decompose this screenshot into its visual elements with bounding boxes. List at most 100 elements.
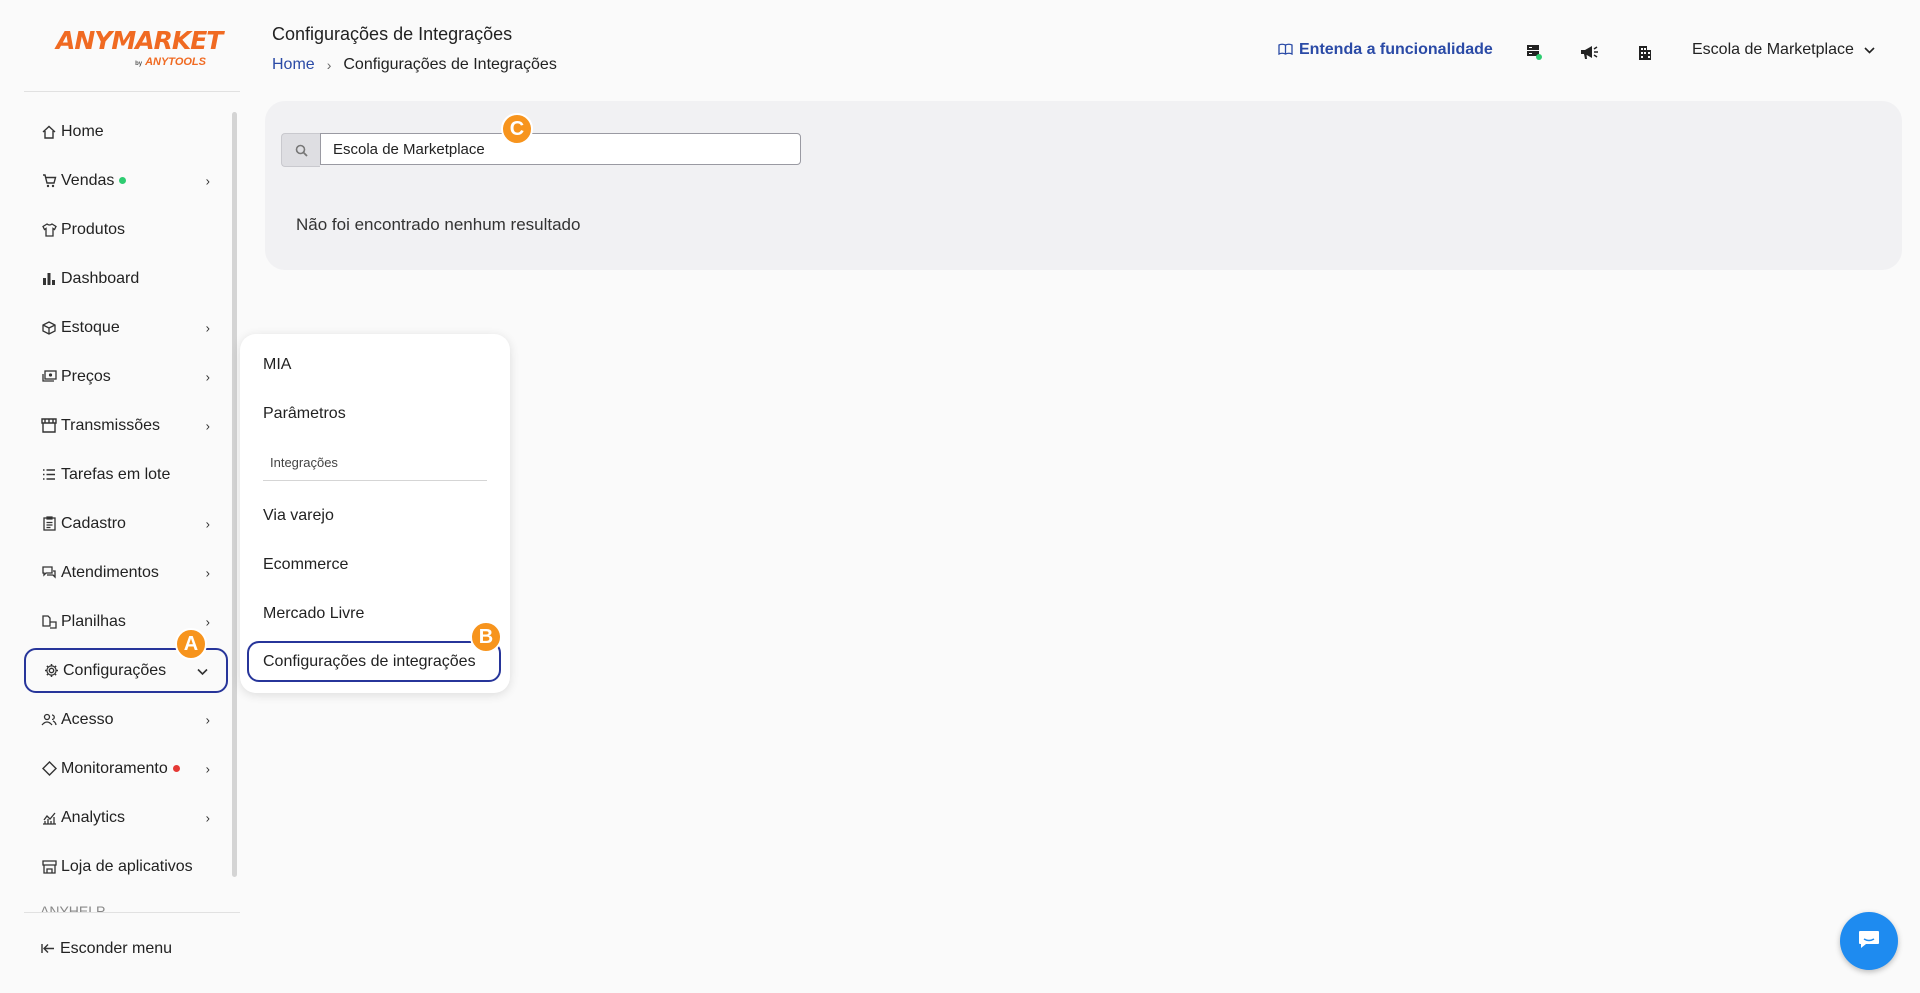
sidebar: ANYMARKET by ANYTOOLS Home Vendas › Produ…: [0, 0, 240, 993]
sidebar-item-label: Produtos: [61, 220, 126, 238]
sidebar-scrollbar[interactable]: [232, 112, 237, 877]
building-icon[interactable]: [1634, 41, 1656, 63]
sidebar-item-label: Home: [61, 122, 104, 140]
sidebar-item-label: Loja de aplicativos: [61, 857, 193, 875]
bar-chart-icon: [41, 271, 57, 287]
breadcrumb-home[interactable]: Home: [272, 56, 315, 74]
chevron-down-icon: [1864, 43, 1875, 57]
chevron-right-icon: ›: [205, 320, 210, 335]
sidebar-item-cadastro[interactable]: Cadastro ›: [24, 499, 228, 548]
megaphone-icon[interactable]: [1578, 41, 1600, 63]
sidebar-divider: [24, 91, 240, 92]
sidebar-item-label: Dashboard: [61, 269, 140, 287]
search-bar: [281, 133, 801, 167]
sidebar-item-label: Monitoramento: [61, 759, 168, 777]
submenu-item-mercado-livre[interactable]: Mercado Livre: [263, 605, 364, 623]
sidebar-item-label: Planilhas: [61, 612, 126, 630]
chevron-right-icon: ›: [205, 516, 210, 531]
page-title: Configurações de Integrações: [272, 24, 513, 44]
account-name: Escola de Marketplace: [1692, 41, 1854, 58]
status-dot-green: [119, 177, 127, 184]
chevron-right-icon: ›: [205, 369, 210, 384]
shop-icon: [41, 859, 57, 875]
chat-launcher-button[interactable]: [1840, 912, 1898, 970]
submenu-item-ecommerce[interactable]: Ecommerce: [263, 556, 348, 574]
search-input[interactable]: [320, 133, 801, 165]
sidebar-item-loja[interactable]: Loja de aplicativos: [24, 842, 228, 891]
sidebar-item-analytics[interactable]: Analytics ›: [24, 793, 228, 842]
chevron-right-icon: ›: [205, 418, 210, 433]
chevron-right-icon: ›: [205, 712, 210, 727]
sidebar-item-home[interactable]: Home: [24, 107, 228, 156]
home-icon: [41, 124, 57, 140]
clipboard-icon: [41, 516, 57, 532]
sidebar-item-vendas[interactable]: Vendas ›: [24, 156, 228, 205]
sidebar-item-estoque[interactable]: Estoque ›: [24, 303, 228, 352]
chat-bubble-icon: [1857, 929, 1881, 954]
submenu-item-config-integracoes[interactable]: Configurações de integrações: [247, 641, 501, 682]
sidebar-item-label: Analytics: [61, 808, 126, 826]
help-link-label: Entenda a funcionalidade: [1299, 41, 1493, 58]
submenu-item-parametros[interactable]: Parâmetros: [263, 405, 346, 423]
sidebar-item-label: Configurações: [63, 661, 167, 679]
sidebar-item-produtos[interactable]: Produtos: [24, 205, 228, 254]
book-icon: [1278, 43, 1293, 58]
sidebar-item-label: Atendimentos: [61, 563, 159, 581]
gear-icon: [43, 663, 59, 679]
breadcrumb: Home › Configurações de Integrações: [272, 56, 557, 74]
submenu-item-mia[interactable]: MIA: [263, 356, 291, 374]
anymarket-logo[interactable]: ANYMARKET by ANYTOOLS: [56, 26, 223, 74]
money-icon: [41, 369, 57, 385]
logo-anytools-text: ANYTOOLS: [145, 56, 206, 68]
sidebar-item-transmissoes[interactable]: Transmissões ›: [24, 401, 228, 450]
sidebar-item-cutoff[interactable]: ANYHELP: [40, 903, 200, 912]
arrow-left-icon: [41, 941, 55, 957]
sidebar-item-precos[interactable]: Preços ›: [24, 352, 228, 401]
status-dot-red: [172, 765, 180, 772]
analytics-icon: [41, 810, 57, 826]
help-link[interactable]: Entenda a funcionalidade: [1278, 41, 1493, 59]
logo-sub-text: by ANYTOOLS: [135, 57, 206, 68]
sidebar-item-label: Tarefas em lote: [61, 465, 171, 483]
sidebar-item-label: Acesso: [61, 710, 114, 728]
search-icon[interactable]: [281, 133, 320, 167]
logo-by-text: by: [135, 61, 143, 67]
submenu-item-via-varejo[interactable]: Via varejo: [263, 507, 334, 525]
shirt-icon: [41, 222, 57, 238]
sheet-icon: [41, 614, 57, 630]
sidebar-item-label: Cadastro: [61, 514, 126, 532]
sidebar-item-dashboard[interactable]: Dashboard: [24, 254, 228, 303]
chevron-right-icon: ›: [205, 614, 210, 629]
sidebar-item-tarefas[interactable]: Tarefas em lote: [24, 450, 228, 499]
sidebar-item-label: Estoque: [61, 318, 120, 336]
chevron-right-icon: ›: [326, 57, 332, 73]
submenu-divider: [263, 480, 487, 481]
list-icon: [41, 467, 57, 483]
annotation-badge-a: A: [175, 628, 207, 660]
sidebar-item-atendimentos[interactable]: Atendimentos ›: [24, 548, 228, 597]
sidebar-item-acesso[interactable]: Acesso ›: [24, 695, 228, 744]
chevron-right-icon: ›: [205, 761, 210, 776]
diamond-icon: [41, 761, 57, 777]
chevron-right-icon: ›: [205, 173, 210, 188]
annotation-badge-b: B: [470, 621, 502, 653]
sidebar-item-monitoramento[interactable]: Monitoramento ›: [24, 744, 228, 793]
breadcrumb-current: Configurações de Integrações: [343, 56, 557, 73]
account-selector[interactable]: Escola de Marketplace: [1692, 41, 1875, 59]
logo-main-text: ANYMARKET: [56, 26, 223, 55]
annotation-badge-c: C: [501, 113, 533, 145]
chat-icon: [41, 565, 57, 581]
sidebar-divider: [24, 912, 240, 913]
sidebar-item-label: Transmissões: [61, 416, 160, 434]
users-icon: [41, 712, 57, 728]
server-status-icon[interactable]: [1523, 41, 1545, 63]
hide-menu-button[interactable]: Esconder menu: [41, 940, 172, 958]
submenu-section-label: Integrações: [270, 455, 338, 470]
chevron-down-icon: [197, 663, 208, 678]
chevron-right-icon: ›: [205, 565, 210, 580]
cart-icon: [41, 173, 57, 189]
hide-menu-label: Esconder menu: [60, 940, 173, 957]
sidebar-item-label: Preços: [61, 367, 111, 385]
sidebar-nav: Home Vendas › Produtos Dashboard Estoque…: [24, 107, 228, 891]
chevron-right-icon: ›: [205, 810, 210, 825]
